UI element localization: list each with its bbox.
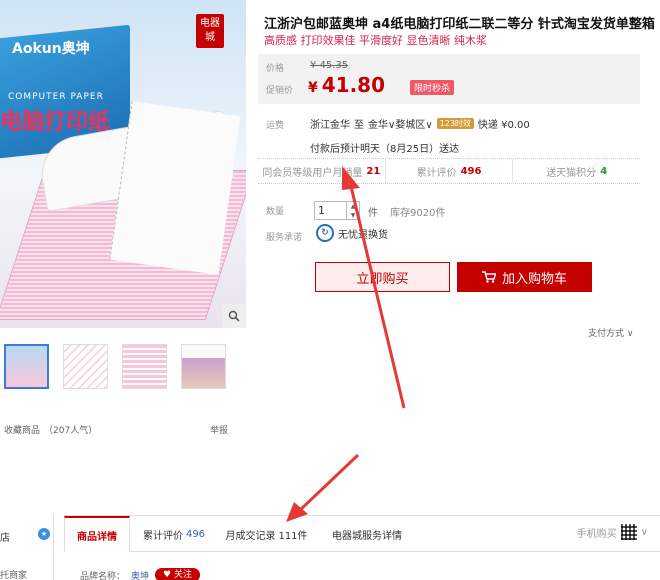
- service-promise-text: 无忧退换货: [338, 229, 388, 241]
- product-title: 江浙沪包邮蓝奥坤 a4纸电脑打印纸二联二等分 针式淘宝发货单整箱: [264, 17, 655, 32]
- review-count-label: 累计评价: [416, 167, 457, 179]
- stock-count: 库存9020件: [390, 208, 446, 219]
- original-price: ¥ 45.35: [310, 60, 349, 71]
- tab-reviews[interactable]: 累计评价 496: [134, 516, 214, 552]
- tab-label: 商品详情: [77, 531, 117, 543]
- quantity-label: 数量: [266, 207, 285, 217]
- image-box-text: COMPUTER PAPER: [8, 92, 104, 102]
- product-subtitle: 高质感 打印效果佳 平滑度好 显色清晰 纯木浆: [264, 34, 487, 47]
- mobile-purchase[interactable]: 手机购买 ∨: [577, 524, 648, 540]
- tmall-points-label: 送天猫积分: [546, 167, 597, 179]
- favorite-text: 收藏商品: [4, 426, 41, 436]
- decrease-icon[interactable]: ▼: [347, 211, 359, 220]
- service-promise-label: 服务承诺: [266, 233, 303, 243]
- favorite-link[interactable]: 收藏商品 （207人气）: [4, 423, 97, 436]
- shipping-origin: 浙江金华: [310, 120, 350, 131]
- thumbnail-2[interactable]: [63, 344, 108, 389]
- stats-bar: 同会员等级用户月销量 21 累计评价 496 送天猫积分 4: [258, 158, 640, 184]
- brand-label: 品牌名称：: [80, 571, 126, 580]
- tmall-points-value: 4: [600, 165, 608, 177]
- tab-label: 累计评价: [142, 530, 183, 542]
- cart-icon: [481, 271, 496, 283]
- annotation-arrow-line: [296, 453, 360, 514]
- promo-price-label: 促销价: [266, 86, 294, 96]
- paper-sheet-graphic: [109, 101, 241, 275]
- heart-icon: ♥: [163, 570, 172, 580]
- price-label: 价格: [266, 64, 285, 74]
- review-count-value: 496: [460, 165, 482, 177]
- report-link[interactable]: 举报: [210, 423, 228, 436]
- brand-name[interactable]: 奥坤: [131, 569, 149, 580]
- add-to-cart-label: 加入购物车: [501, 271, 567, 287]
- popularity-count: （207人气）: [44, 426, 98, 436]
- promo-price: ¥41.80: [308, 73, 385, 97]
- quantity-input[interactable]: 1: [314, 201, 347, 220]
- follow-label: 关注: [173, 570, 192, 580]
- monthly-sales-value: 21: [366, 165, 381, 177]
- quantity-unit: 件: [368, 208, 378, 219]
- add-to-cart-button[interactable]: 加入购物车: [457, 262, 592, 292]
- store-panel: 店 ★ 托商家: [0, 515, 54, 580]
- service-promise[interactable]: ↻ 无忧退换货: [316, 224, 388, 242]
- refresh-icon: ↻: [316, 224, 334, 242]
- thumbnail-1[interactable]: [4, 344, 49, 389]
- tab-label: 月成交记录: [225, 530, 276, 542]
- delivery-eta: 付款后预计明天（8月25日）送达: [310, 144, 460, 155]
- promo-price-value: 41.80: [321, 73, 386, 97]
- qr-code-icon: [620, 524, 637, 540]
- image-brand-text: Aokun奥坤: [12, 41, 90, 57]
- image-big-text: 电脑打印纸: [0, 109, 111, 135]
- quantity-stepper[interactable]: ▲ ▼: [347, 201, 360, 220]
- detail-tabs: 商品详情 累计评价 496 月成交记录 111件 电器城服务详情 手机购买 ∨: [64, 515, 660, 552]
- tab-count: 111件: [278, 530, 308, 542]
- mobile-purchase-label: 手机购买: [576, 528, 617, 540]
- destination-select[interactable]: 金华∨婺城区∨: [368, 116, 433, 131]
- tab-label: 电器城服务详情: [332, 530, 402, 542]
- thumbnail-3[interactable]: [122, 344, 167, 389]
- payment-method-dropdown[interactable]: 支付方式 ∨: [588, 326, 633, 339]
- price-panel: 价格 ¥ 45.35 促销价 ¥41.80 限时秒杀: [258, 54, 640, 104]
- tab-service-details[interactable]: 电器城服务详情: [322, 516, 412, 552]
- monthly-sales: 同会员等级用户月销量 21: [258, 159, 385, 183]
- delivery-badge: 123时效: [436, 118, 474, 129]
- chevron-down-icon: ∨: [640, 526, 648, 538]
- tab-count: 496: [185, 528, 206, 540]
- thumbnail-4[interactable]: [181, 344, 226, 389]
- category-badge: 电器城: [196, 14, 224, 48]
- thumbnail-strip: [4, 344, 226, 389]
- review-count[interactable]: 累计评价 496: [384, 159, 513, 183]
- buy-now-button[interactable]: 立即购买: [315, 262, 450, 292]
- tab-monthly-records[interactable]: 月成交记录 111件: [219, 516, 314, 552]
- store-level-icon: ★: [38, 528, 50, 540]
- tab-product-details[interactable]: 商品详情: [64, 516, 130, 552]
- shipping-label: 运费: [266, 121, 285, 131]
- merchant-text: 托商家: [0, 571, 28, 580]
- tmall-points: 送天猫积分 4: [512, 159, 640, 183]
- flash-sale-tag: 限时秒杀: [410, 80, 455, 95]
- brand-row: 品牌名称： 奥坤 ♥ 关注: [80, 568, 200, 580]
- main-product-image[interactable]: Aokun奥坤 COMPUTER PAPER 电脑打印纸 电器城: [0, 0, 246, 328]
- increase-icon[interactable]: ▲: [347, 202, 359, 211]
- store-name[interactable]: 店: [0, 529, 10, 544]
- shipping-method: 快递 ¥0.00: [477, 120, 530, 131]
- zoom-icon[interactable]: [222, 304, 246, 328]
- shipping-info: 浙江金华 至 金华∨婺城区∨ 123时效 快递 ¥0.00: [310, 116, 530, 131]
- follow-button[interactable]: ♥ 关注: [155, 568, 200, 580]
- currency-symbol: ¥: [308, 80, 318, 96]
- monthly-sales-label: 同会员等级用户月销量: [262, 167, 363, 179]
- shipping-to: 至: [354, 120, 364, 131]
